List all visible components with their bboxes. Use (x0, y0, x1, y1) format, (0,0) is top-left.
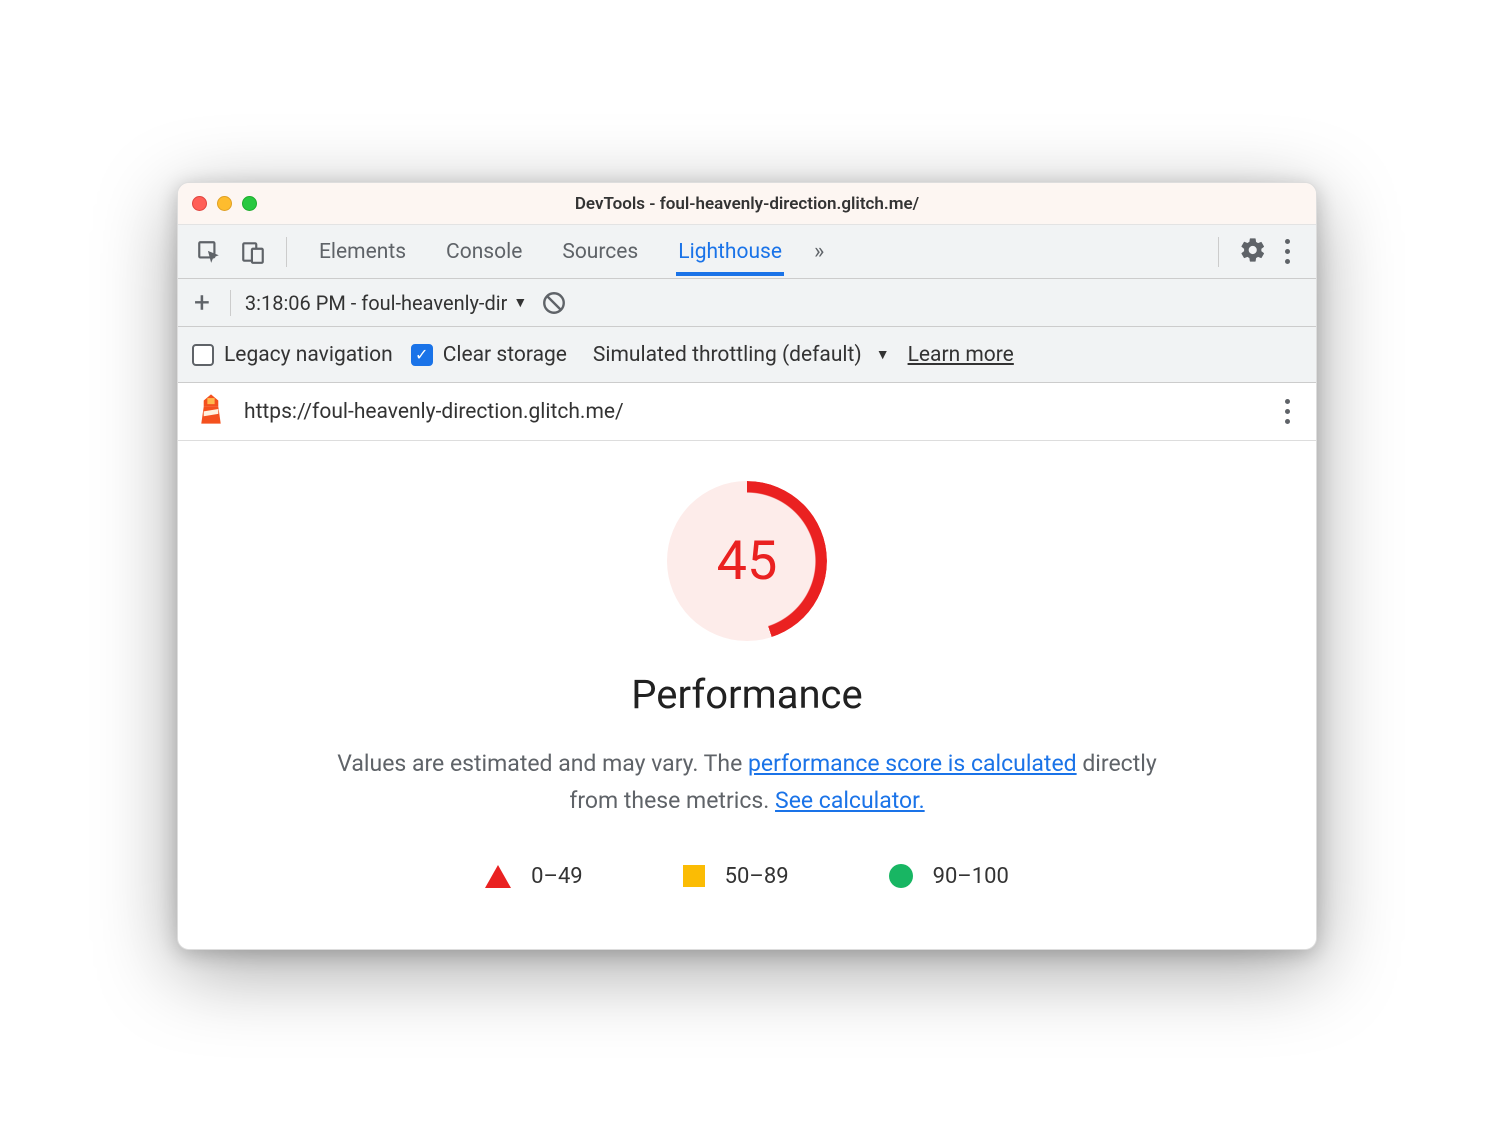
tabsbar-right (1208, 236, 1308, 268)
traffic-lights (192, 196, 257, 211)
inspect-tools (186, 239, 276, 265)
legend-range-pass: 90–100 (933, 864, 1009, 889)
settings-gear-icon[interactable] (1239, 236, 1267, 268)
circle-icon (889, 864, 913, 888)
lighthouse-options-bar: Legacy navigation ✓ Clear storage Simula… (178, 327, 1316, 383)
performance-score: 45 (667, 481, 827, 641)
close-window-button[interactable] (192, 196, 207, 211)
report-url: https://foul-heavenly-direction.glitch.m… (244, 400, 624, 424)
separator (1218, 237, 1219, 267)
legend-range-fail: 0–49 (531, 864, 583, 889)
chevron-down-icon: ▼ (876, 346, 890, 363)
maximize-window-button[interactable] (242, 196, 257, 211)
lighthouse-action-bar: + 3:18:06 PM - foul-heavenly-dir ▼ (178, 279, 1316, 327)
checkbox-unchecked-icon (192, 344, 214, 366)
see-calculator-link[interactable]: See calculator. (775, 787, 925, 814)
report-description: Values are estimated and may vary. The p… (332, 746, 1162, 820)
legacy-navigation-label: Legacy navigation (224, 343, 393, 367)
clear-storage-checkbox[interactable]: ✓ Clear storage (411, 343, 567, 367)
performance-gauge[interactable]: 45 (198, 481, 1296, 641)
checkbox-checked-icon: ✓ (411, 344, 433, 366)
inspect-element-icon[interactable] (196, 239, 222, 265)
score-legend: 0–49 50–89 90–100 (198, 864, 1296, 889)
legend-average: 50–89 (683, 864, 789, 889)
report-menu-icon[interactable] (1277, 397, 1298, 426)
separator (286, 237, 287, 267)
legend-range-average: 50–89 (725, 864, 789, 889)
legend-pass: 90–100 (889, 864, 1009, 889)
report-select-dropdown[interactable]: 3:18:06 PM - foul-heavenly-dir ▼ (245, 291, 527, 315)
more-options-icon[interactable] (1277, 237, 1298, 266)
panel-tabs: Elements Console Sources Lighthouse (317, 228, 784, 276)
square-icon (683, 865, 705, 887)
triangle-icon (485, 865, 511, 888)
device-toolbar-icon[interactable] (240, 239, 266, 265)
new-report-button[interactable]: + (188, 289, 216, 317)
chevron-down-icon: ▼ (513, 294, 527, 311)
clear-all-icon[interactable] (541, 290, 567, 316)
tab-lighthouse[interactable]: Lighthouse (676, 228, 784, 276)
devtools-tabs-bar: Elements Console Sources Lighthouse » (178, 225, 1316, 279)
devtools-window: DevTools - foul-heavenly-direction.glitc… (177, 182, 1317, 950)
legacy-navigation-checkbox[interactable]: Legacy navigation (192, 343, 393, 367)
desc-text: Values are estimated and may vary. The (337, 750, 748, 777)
score-calculation-link[interactable]: performance score is calculated (748, 750, 1077, 777)
learn-more-link[interactable]: Learn more (908, 343, 1014, 367)
tab-console[interactable]: Console (444, 228, 524, 276)
tab-sources[interactable]: Sources (560, 228, 640, 276)
report-category-title: Performance (198, 671, 1296, 718)
titlebar: DevTools - foul-heavenly-direction.glitc… (178, 183, 1316, 225)
throttling-dropdown[interactable]: Simulated throttling (default) ▼ (593, 343, 890, 367)
report-select-label: 3:18:06 PM - foul-heavenly-dir (245, 291, 508, 315)
legend-fail: 0–49 (485, 864, 583, 889)
lighthouse-logo-icon (196, 392, 226, 432)
clear-storage-label: Clear storage (443, 343, 567, 367)
report-url-bar: https://foul-heavenly-direction.glitch.m… (178, 383, 1316, 441)
separator (230, 290, 231, 316)
window-title: DevTools - foul-heavenly-direction.glitc… (178, 194, 1316, 214)
throttling-label: Simulated throttling (default) (593, 343, 862, 367)
minimize-window-button[interactable] (217, 196, 232, 211)
more-tabs-icon[interactable]: » (814, 239, 824, 264)
lighthouse-report: 45 Performance Values are estimated and … (178, 441, 1316, 949)
tab-elements[interactable]: Elements (317, 228, 408, 276)
